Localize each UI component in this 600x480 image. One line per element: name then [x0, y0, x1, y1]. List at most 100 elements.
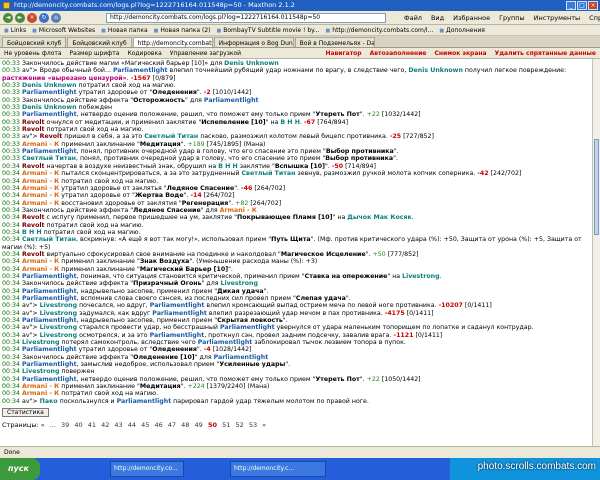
toolbar-item[interactable]: Автозаполнение	[370, 48, 427, 59]
menu-file[interactable]: Файл	[404, 13, 422, 23]
page-link[interactable]: 46	[152, 421, 162, 429]
log-line: 00:34 av"> Пако поскользнулся и Parliame…	[2, 398, 590, 405]
log-line: 00:33 Parliamentlight утратил здоровье о…	[2, 89, 590, 96]
toolbar-item[interactable]: Навигатор	[325, 48, 361, 59]
page-link[interactable]: 42	[99, 421, 109, 429]
stats-button[interactable]: Статистика	[2, 408, 49, 418]
menu-favorites[interactable]: Избранное	[453, 13, 490, 23]
page-link[interactable]: 47	[166, 421, 176, 429]
toolbar-item[interactable]: Удалить спрятанные данные	[495, 48, 596, 59]
scrollbar-thumb[interactable]	[594, 139, 599, 235]
toolbar-item[interactable]: Снимок экрана	[434, 48, 486, 59]
toolbar-item[interactable]: Не уровень флота	[4, 48, 62, 59]
link-item[interactable]: Новая папка (2)	[154, 25, 210, 35]
page-link[interactable]: «	[41, 421, 45, 429]
log-text: Armani - К потратил свой ход на магию.	[22, 177, 159, 185]
status-bar: Done	[0, 446, 600, 458]
page-link[interactable]: 40	[72, 421, 82, 429]
vertical-scrollbar[interactable]	[592, 59, 600, 446]
link-item[interactable]: Новая папка	[101, 25, 148, 35]
log-line: 00:34 Parliamentlight утратил здоровье о…	[2, 346, 590, 353]
log-text: Denis Unknown побежден	[22, 104, 113, 112]
log-time: 00:33	[2, 60, 22, 67]
link-item[interactable]: Дополнения	[439, 25, 485, 35]
page-link[interactable]: 39	[59, 421, 69, 429]
log-line: 00:34 В Н Н потратил свой ход на магию.	[2, 229, 590, 236]
log-text: Parliamentlight, надрывельно засопев, пр…	[22, 287, 269, 295]
page-link[interactable]: 44	[126, 421, 136, 429]
log-time: 00:34	[2, 177, 22, 185]
close-icon[interactable]: ×	[588, 1, 598, 10]
log-text: Armani - К восстановил здоровье от закля…	[22, 199, 282, 207]
log-text: Parliamentlight, понял, противник очеред…	[22, 148, 399, 156]
page-link[interactable]: 45	[139, 421, 149, 429]
link-item[interactable]: http://demoncity.combats.com/l...	[326, 25, 433, 35]
log-text: Parliamentlight, нетвердо оценив положен…	[22, 111, 421, 119]
page-link[interactable]: 41	[86, 421, 96, 429]
log-time: 00:34	[2, 192, 22, 200]
tab-darkclan[interactable]: Вой в Подземельях - DarkClan.Ru	[294, 37, 375, 47]
log-text: av"> Livestrong почесался, но вдруг, Par…	[22, 302, 492, 310]
maximize-icon[interactable]: □	[577, 1, 587, 10]
log-time: 00:33	[2, 67, 22, 75]
page-link[interactable]: 53	[247, 421, 257, 429]
toolbar-item[interactable]: Размер шрифта	[70, 48, 120, 59]
log-text: av"> Вроде обычный бой... Parliamentligh…	[2, 67, 567, 82]
link-item[interactable]: Microsoft Websites	[32, 25, 95, 35]
log-line: 00:34 Livestrong повержен	[2, 368, 590, 375]
log-line: 00:34 Armani - К потратил свой ход на ма…	[2, 178, 590, 185]
stats-row: Статистика	[2, 405, 590, 418]
log-time: 00:33	[2, 111, 22, 119]
start-button[interactable]: пуск	[0, 458, 40, 480]
tab-fightclub-1[interactable]: Бойцовский клуб	[2, 37, 67, 47]
log-line: 00:34 av"> Livestrong задумался, как вдр…	[2, 310, 590, 317]
minimize-icon[interactable]: _	[566, 1, 576, 10]
tab-fightclub-2[interactable]: Бойцовский клуб	[67, 37, 132, 47]
log-text: Parliamentlight, нетвердо оценив положен…	[22, 375, 421, 383]
log-time: 00:33	[2, 148, 22, 156]
toolbar-item[interactable]: Управление загрузкой	[170, 48, 241, 59]
log-line: 00:34 Armani - К утратил здоровье от "Же…	[2, 192, 590, 199]
log-line: 00:34 Armani - К применил заклинание "Ме…	[2, 383, 590, 390]
log-time: 00:34	[2, 339, 22, 347]
page-link[interactable]: 51	[220, 421, 230, 429]
log-time: 00:34	[2, 250, 22, 258]
log-text: av"> Revolt пришел в себя, а за это Свет…	[22, 133, 434, 141]
menu-groups[interactable]: Группы	[499, 13, 525, 23]
page-link[interactable]: ...	[48, 421, 56, 429]
url-input[interactable]: http://demoncity.combats.com/logs.pl?log…	[106, 13, 386, 23]
page-link[interactable]: 52	[233, 421, 243, 429]
link-item[interactable]: Links	[4, 25, 26, 35]
taskbar-item[interactable]: http://demoncity.co...	[110, 461, 184, 477]
page-link[interactable]: 48	[179, 421, 189, 429]
page-link[interactable]: 43	[112, 421, 122, 429]
forward-arrow-icon[interactable]: ►	[15, 13, 25, 23]
log-line: 00:34 av"> Livestrong старался провести …	[2, 324, 590, 331]
tab-log-active[interactable]: http://demoncity.combats...	[132, 37, 213, 47]
log-time: 00:34	[2, 361, 22, 369]
stop-icon[interactable]: ×	[27, 13, 37, 23]
log-line: 00:33 Revolt очнулся от медитации, и при…	[2, 119, 590, 126]
log-text: Parliamentlight, надрывельно засопев, пр…	[22, 317, 288, 325]
menu-help[interactable]: Справка	[589, 13, 600, 23]
links-bar: Links Microsoft Websites Новая папка Нов…	[0, 25, 600, 36]
taskbar-item[interactable]: http://demoncity.c...	[230, 461, 326, 477]
link-item[interactable]: BombayTV Subtitle movie ! by...	[217, 25, 319, 35]
log-line: 00:34 Armani - К пытался сконцентрироват…	[2, 170, 590, 177]
log-line: 00:34 Armani - К утратил здоровье от зак…	[2, 185, 590, 192]
back-arrow-icon[interactable]: ◄	[3, 13, 13, 23]
log-text: Parliamentlight, понимая, что ситуация с…	[22, 272, 442, 280]
next-pages-link[interactable]: »	[260, 421, 266, 429]
refresh-icon[interactable]: ↻	[39, 13, 49, 23]
menu-view[interactable]: Вид	[431, 13, 444, 23]
log-text: Parliamentlight утратил здоровье от "Оле…	[22, 346, 252, 354]
tab-info[interactable]: Информация о Bog Dunuhus	[213, 37, 294, 47]
toolbar-item[interactable]: Кодировка	[127, 48, 161, 59]
log-line: 00:33 Закончилось действие эффекта "Осто…	[2, 97, 590, 104]
log-time: 00:34	[2, 346, 22, 354]
home-icon[interactable]: ⌂	[51, 13, 61, 23]
page-link[interactable]: 49	[192, 421, 202, 429]
log-line: 00:33 Parliamentlight, нетвердо оценив п…	[2, 111, 590, 118]
menu-tools[interactable]: Инструменты	[534, 13, 581, 23]
log-line: 00:33 av"> Вроде обычный бой... Parliame…	[2, 67, 590, 82]
